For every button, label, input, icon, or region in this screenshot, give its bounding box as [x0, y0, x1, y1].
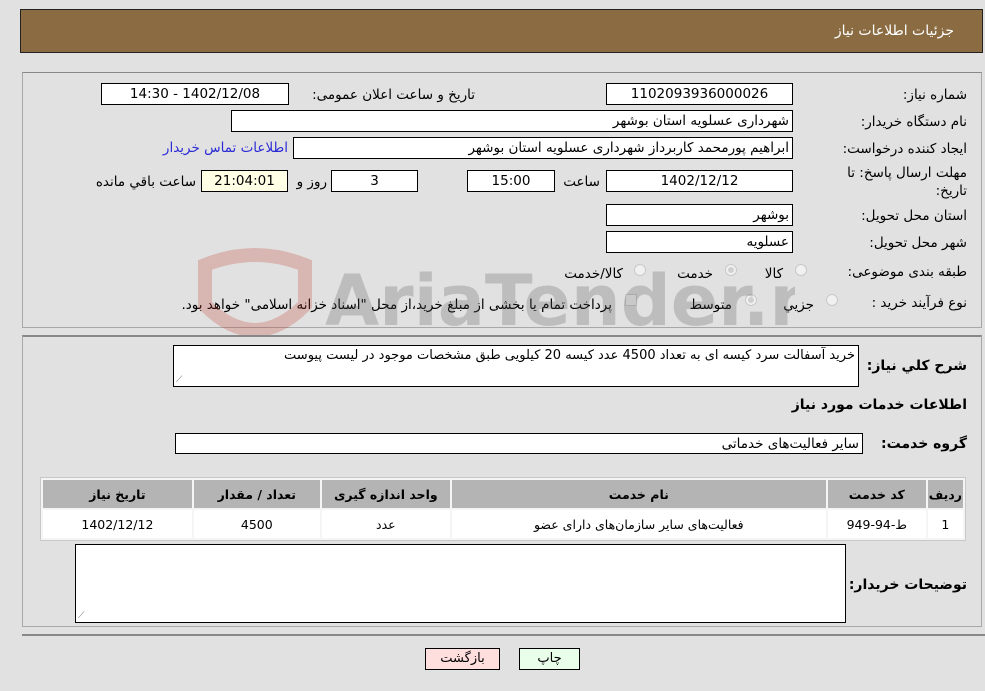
cell-service-name: فعالیت‌های سایر سازمان‌های دارای عضو — [451, 510, 826, 538]
deadline-label-line2: تاریخ: — [935, 183, 967, 199]
service-group-label: گروه خدمت: — [881, 436, 967, 452]
deadline-date-field[interactable]: 1402/12/12 — [606, 170, 793, 192]
divider — [22, 634, 985, 636]
services-heading: اطلاعات خدمات مورد نیاز — [791, 397, 967, 413]
deadline-time-label: ساعت — [563, 174, 600, 190]
process-option-minor: جزیي — [783, 297, 814, 313]
requester-label: ایجاد کننده درخواست: — [842, 141, 967, 157]
col-need-date: تاریخ نیاز — [43, 480, 192, 508]
process-radio-minor[interactable] — [826, 294, 838, 306]
cell-quantity: 4500 — [193, 510, 320, 538]
col-row-number: ردیف — [927, 480, 963, 508]
col-unit: واحد اندازه گیری — [321, 480, 450, 508]
resize-grip-icon[interactable]: ⟋ — [78, 611, 84, 621]
treasury-bonds-checkbox[interactable] — [625, 294, 637, 306]
services-table: ردیف کد خدمت نام خدمت واحد اندازه گیری ت… — [40, 477, 966, 541]
category-option-service: خدمت — [677, 266, 713, 282]
province-field[interactable]: بوشهر — [606, 204, 793, 226]
buyer-notes-label: توضیحات خریدار: — [848, 577, 967, 593]
description-text: خرید آسفالت سرد کیسه ای به تعداد 4500 عد… — [284, 348, 855, 363]
need-number-field[interactable]: 1102093936000026 — [606, 83, 793, 105]
announce-datetime-label: تاریخ و ساعت اعلان عمومی: — [312, 87, 475, 103]
category-radio-goods[interactable] — [795, 264, 807, 276]
description-field[interactable]: خرید آسفالت سرد کیسه ای به تعداد 4500 عد… — [173, 345, 859, 387]
remaining-time-field: 21:04:01 — [201, 170, 288, 192]
table-header-row: ردیف کد خدمت نام خدمت واحد اندازه گیری ت… — [43, 480, 963, 508]
treasury-bonds-note: پرداخت تمام یا بخشی از مبلغ خرید،از محل … — [181, 297, 612, 313]
city-label: شهر محل تحویل: — [869, 235, 967, 251]
deadline-label-line1: مهلت ارسال پاسخ: تا — [847, 165, 967, 181]
category-option-goods: کالا — [764, 266, 783, 282]
resize-grip-icon[interactable]: ⟋ — [176, 375, 182, 385]
col-quantity: تعداد / مقدار — [193, 480, 320, 508]
category-option-goods-service: کالا/خدمت — [564, 266, 623, 282]
announce-datetime-field[interactable]: 1402/12/08 - 14:30 — [101, 83, 289, 105]
need-number-label: شماره نیاز: — [902, 87, 967, 103]
buyer-notes-field[interactable]: ⟋ — [75, 544, 846, 623]
city-field[interactable]: عسلویه — [606, 231, 793, 253]
requester-field[interactable]: ابراهیم پورمحمد کاربرداز شهرداری عسلویه … — [293, 137, 793, 159]
process-radio-medium[interactable] — [745, 294, 757, 306]
table-row: 1 ط-94-949 فعالیت‌های سایر سازمان‌های دا… — [43, 510, 963, 538]
back-button[interactable]: بازگشت — [425, 648, 500, 670]
cell-need-date: 1402/12/12 — [43, 510, 192, 538]
description-label: شرح كلي نياز: — [866, 358, 967, 374]
col-service-code: کد خدمت — [827, 480, 926, 508]
process-option-medium: متوسط — [689, 297, 732, 313]
buyer-org-field[interactable]: شهرداری عسلویه استان بوشهر — [231, 110, 793, 132]
col-service-name: نام خدمت — [451, 480, 826, 508]
province-label: استان محل تحویل: — [861, 208, 967, 224]
buyer-contact-link[interactable]: اطلاعات تماس خریدار — [163, 140, 288, 156]
buyer-org-label: نام دستگاه خریدار: — [860, 114, 967, 130]
cell-row-number: 1 — [927, 510, 963, 538]
purchase-process-label: نوع فرآیند خرید : — [871, 295, 967, 311]
days-label: روز و — [296, 174, 327, 190]
category-radio-goods-service[interactable] — [634, 264, 646, 276]
page-title: جزئیات اطلاعات نیاز — [834, 23, 954, 39]
cell-service-code: ط-94-949 — [827, 510, 926, 538]
page-header: جزئیات اطلاعات نیاز — [20, 9, 983, 53]
deadline-time-field[interactable]: 15:00 — [467, 170, 555, 192]
cell-unit: عدد — [321, 510, 450, 538]
category-radio-service[interactable] — [725, 264, 737, 276]
service-group-field[interactable]: سایر فعالیت‌های خدماتی — [175, 433, 863, 454]
print-button[interactable]: چاپ — [519, 648, 580, 670]
category-label: طبقه بندی موضوعی: — [847, 264, 967, 280]
remaining-label: ساعت باقي مانده — [95, 174, 196, 190]
remaining-days-field[interactable]: 3 — [331, 170, 418, 192]
